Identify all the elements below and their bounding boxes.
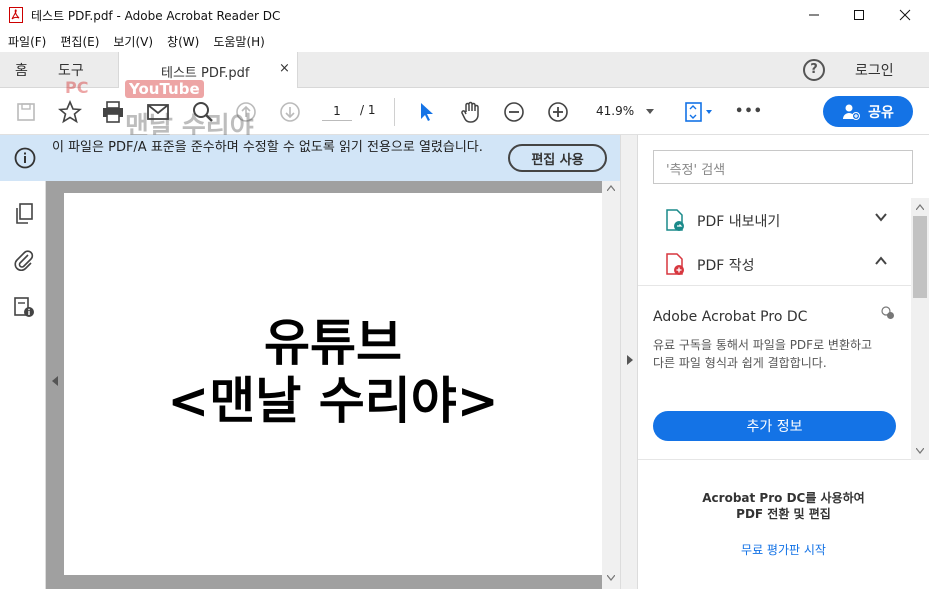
menu-edit[interactable]: 편집(E) bbox=[60, 33, 99, 50]
pages-icon[interactable] bbox=[12, 202, 36, 226]
arrow-down-circle-icon bbox=[280, 101, 300, 122]
enable-editing-button[interactable]: 편집 사용 bbox=[508, 144, 607, 172]
document-tab-label: 테스트 PDF.pdf bbox=[161, 66, 250, 81]
save-button[interactable] bbox=[12, 88, 40, 135]
tab-document[interactable]: 테스트 PDF.pdf × bbox=[118, 52, 298, 89]
create-pdf-label: PDF 작성 bbox=[697, 258, 755, 274]
menu-view[interactable]: 보기(V) bbox=[113, 33, 153, 50]
email-button[interactable] bbox=[143, 88, 173, 135]
tools-pane: '측정' 검색 PDF 내보내기 PDF 작성 Adobe Acrobat Pr… bbox=[638, 135, 929, 589]
zoom-out-button[interactable] bbox=[500, 88, 528, 135]
close-window-button[interactable] bbox=[882, 0, 928, 30]
document-scrollbar[interactable] bbox=[602, 181, 620, 589]
readonly-notice-bar: 이 파일은 PDF/A 표준을 준수하며 수정할 수 없도록 읽기 전용으로 열… bbox=[0, 135, 620, 181]
collapse-left-arrow-icon[interactable] bbox=[51, 376, 59, 386]
menu-window[interactable]: 창(W) bbox=[167, 33, 199, 50]
acrobat-app-icon bbox=[9, 7, 23, 23]
tools-search-input[interactable]: '측정' 검색 bbox=[653, 150, 913, 184]
free-trial-link[interactable]: 무료 평가판 시작 bbox=[638, 541, 929, 558]
star-icon bbox=[58, 99, 82, 123]
close-icon bbox=[899, 9, 911, 21]
toolbar: 1 / 1 41.9% ••• 공유 bbox=[0, 88, 929, 135]
share-button-label: 공유 bbox=[868, 104, 894, 121]
print-button[interactable] bbox=[98, 88, 128, 135]
scroll-down-icon[interactable] bbox=[607, 575, 615, 581]
page-total: / 1 bbox=[360, 103, 376, 117]
zoom-level-dropdown[interactable]: 41.9% bbox=[590, 100, 660, 122]
pdf-page: 유튜브 <맨날 수리야> bbox=[64, 193, 602, 575]
add-user-icon bbox=[843, 104, 861, 120]
promo-title: Adobe Acrobat Pro DC bbox=[653, 309, 808, 325]
menu-file[interactable]: 파일(F) bbox=[8, 33, 46, 50]
chevron-up-icon bbox=[875, 256, 887, 265]
select-tool-button[interactable] bbox=[413, 88, 441, 135]
arrow-up-circle-icon bbox=[236, 101, 256, 122]
notice-message: 이 파일은 PDF/A 표준을 준수하며 수정할 수 없도록 읽기 전용으로 열… bbox=[52, 140, 483, 155]
export-pdf-icon bbox=[666, 209, 684, 231]
create-pdf-icon bbox=[666, 253, 684, 275]
export-pdf-item[interactable]: PDF 내보내기 bbox=[638, 198, 911, 242]
more-tools-button[interactable]: ••• bbox=[735, 88, 763, 135]
tab-home[interactable]: 홈 bbox=[15, 52, 28, 88]
page-fit-button[interactable] bbox=[682, 88, 716, 135]
menu-bar: 파일(F) 편집(E) 보기(V) 창(W) 도움말(H) bbox=[0, 30, 929, 52]
tools-pane-scrollbar[interactable] bbox=[911, 198, 929, 460]
chevron-down-icon bbox=[875, 213, 887, 222]
document-info-icon[interactable] bbox=[12, 295, 36, 319]
pro-promo-panel: Adobe Acrobat Pro DC 유료 구독을 통해서 파일을 PDF로… bbox=[638, 285, 911, 460]
create-pdf-item[interactable]: PDF 작성 bbox=[638, 242, 911, 286]
menu-help[interactable]: 도움말(H) bbox=[213, 33, 265, 50]
scroll-up-icon[interactable] bbox=[916, 204, 924, 210]
maximize-button[interactable] bbox=[836, 0, 882, 30]
more-info-button[interactable]: 추가 정보 bbox=[653, 411, 896, 441]
attachment-icon[interactable] bbox=[12, 248, 36, 272]
close-tab-icon[interactable]: × bbox=[279, 61, 290, 76]
export-pdf-label: PDF 내보내기 bbox=[697, 214, 781, 230]
dropdown-arrow-icon bbox=[646, 109, 654, 114]
tab-tools[interactable]: 도구 bbox=[58, 52, 84, 88]
scroll-up-icon[interactable] bbox=[607, 185, 615, 191]
page-number-input[interactable]: 1 bbox=[322, 101, 352, 121]
toolbar-divider bbox=[394, 98, 395, 126]
fit-page-icon bbox=[685, 101, 712, 122]
cursor-arrow-icon bbox=[421, 102, 433, 121]
title-bar: 테스트 PDF.pdf - Adobe Acrobat Reader DC bbox=[0, 0, 929, 30]
search-button[interactable] bbox=[188, 88, 218, 135]
search-icon bbox=[193, 101, 213, 122]
pane-divider[interactable] bbox=[620, 135, 638, 589]
bottom-promo-line2: PDF 전환 및 편집 bbox=[736, 507, 831, 521]
zoom-level-value: 41.9% bbox=[596, 104, 635, 118]
maximize-icon bbox=[854, 10, 864, 20]
save-icon bbox=[17, 102, 35, 121]
minimize-button[interactable] bbox=[791, 0, 837, 30]
bottom-promo-line1: Acrobat Pro DC를 사용하여 bbox=[702, 491, 865, 505]
page-text-line2: <맨날 수리야> bbox=[167, 372, 499, 430]
hand-icon bbox=[461, 101, 479, 123]
scrollbar-thumb[interactable] bbox=[913, 216, 927, 298]
next-page-button[interactable] bbox=[276, 88, 304, 135]
help-icon[interactable]: ? bbox=[803, 59, 825, 81]
hand-tool-button[interactable] bbox=[456, 88, 486, 135]
window-title: 테스트 PDF.pdf - Adobe Acrobat Reader DC bbox=[31, 9, 281, 23]
minimize-icon bbox=[809, 14, 819, 16]
minus-circle-icon bbox=[504, 101, 524, 122]
share-button[interactable]: 공유 bbox=[823, 96, 913, 127]
info-icon bbox=[14, 147, 36, 169]
envelope-icon bbox=[147, 103, 169, 120]
tab-bar: 홈 도구 테스트 PDF.pdf × ? 로그인 bbox=[0, 52, 929, 89]
login-link[interactable]: 로그인 bbox=[855, 52, 894, 88]
zoom-in-button[interactable] bbox=[544, 88, 572, 135]
promo-description: 유료 구독을 통해서 파일을 PDF로 변환하고 다른 파일 형식과 쉽게 결합… bbox=[653, 338, 873, 370]
plus-circle-icon bbox=[548, 101, 568, 122]
pro-badge-icon bbox=[881, 306, 894, 319]
prev-page-button[interactable] bbox=[232, 88, 260, 135]
printer-icon bbox=[103, 100, 123, 123]
left-navigation-rail bbox=[0, 181, 46, 589]
page-text-line1: 유튜브 bbox=[264, 314, 402, 372]
collapse-right-arrow-icon[interactable] bbox=[626, 355, 634, 365]
scroll-down-icon[interactable] bbox=[916, 448, 924, 454]
bottom-promo-text: Acrobat Pro DC를 사용하여 PDF 전환 및 편집 bbox=[638, 490, 929, 522]
bookmark-star-button[interactable] bbox=[55, 88, 85, 135]
